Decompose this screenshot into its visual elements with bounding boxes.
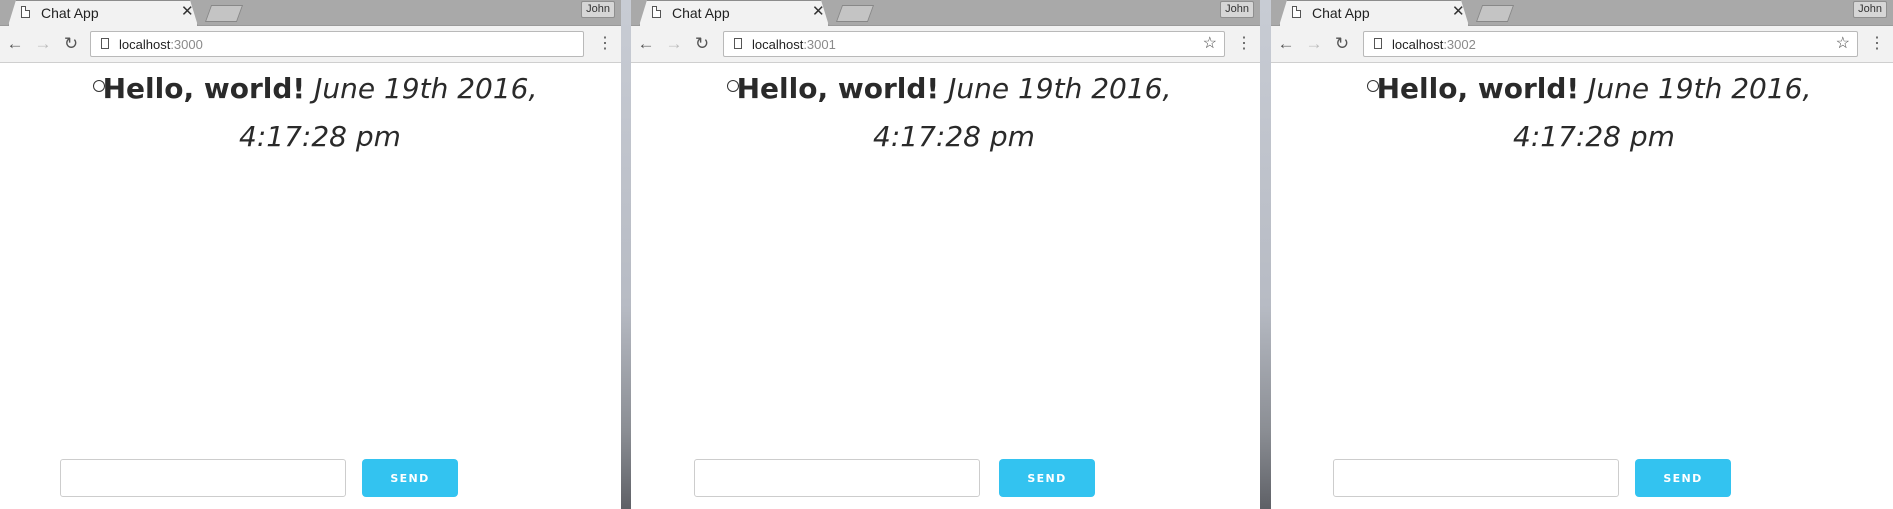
browser-toolbar: ← → ↻ localhost:3001 ☆ ⋮ bbox=[631, 26, 1260, 63]
close-icon[interactable]: ✕ bbox=[181, 3, 194, 21]
reload-icon[interactable]: ↻ bbox=[1332, 34, 1352, 54]
message-input[interactable] bbox=[694, 459, 980, 497]
star-icon[interactable]: ☆ bbox=[1203, 34, 1217, 54]
reload-icon[interactable]: ↻ bbox=[692, 34, 712, 54]
url-text: localhost:3002 bbox=[1392, 37, 1476, 52]
profile-badge[interactable]: John bbox=[1220, 1, 1254, 18]
menu-dots-icon[interactable]: ⋮ bbox=[1236, 34, 1252, 54]
tab-chat-app[interactable] bbox=[1279, 0, 1469, 26]
forward-arrow-icon[interactable]: → bbox=[1304, 34, 1324, 54]
browser-window-3: Chat App ✕ John ← → ↻ localhost:3002 ☆ ⋮… bbox=[1271, 0, 1893, 509]
tab-title: Chat App bbox=[41, 5, 99, 21]
document-icon bbox=[21, 6, 30, 18]
back-arrow-icon[interactable]: ← bbox=[1276, 34, 1296, 54]
url-text: localhost:3000 bbox=[119, 37, 203, 52]
chat-message: Hello, world! June 19th 2016, 4:17:28 pm bbox=[85, 65, 555, 161]
page-icon bbox=[101, 38, 109, 49]
tab-chat-app[interactable] bbox=[8, 0, 198, 26]
new-tab-button[interactable] bbox=[835, 5, 875, 22]
tab-title: Chat App bbox=[672, 5, 730, 21]
chat-message: Hello, world! June 19th 2016, 4:17:28 pm bbox=[1359, 65, 1829, 161]
tab-strip: Chat App ✕ John bbox=[0, 0, 621, 26]
browser-window-2: Chat App ✕ John ← → ↻ localhost:3001 ☆ ⋮… bbox=[631, 0, 1260, 509]
back-arrow-icon[interactable]: ← bbox=[5, 34, 25, 54]
address-bar[interactable]: localhost:3000 bbox=[90, 31, 584, 57]
document-icon bbox=[652, 6, 661, 18]
browser-toolbar: ← → ↻ localhost:3000 ⋮ bbox=[0, 26, 621, 63]
new-tab-button[interactable] bbox=[1475, 5, 1515, 22]
page-icon bbox=[734, 38, 742, 49]
tab-strip: Chat App ✕ John bbox=[631, 0, 1260, 26]
page-content: Hello, world! June 19th 2016, 4:17:28 pm… bbox=[0, 63, 621, 509]
close-icon[interactable]: ✕ bbox=[812, 3, 825, 21]
forward-arrow-icon[interactable]: → bbox=[33, 34, 53, 54]
forward-arrow-icon[interactable]: → bbox=[664, 34, 684, 54]
message-text: Hello, world! bbox=[1376, 72, 1580, 105]
message-input[interactable] bbox=[1333, 459, 1619, 497]
back-arrow-icon[interactable]: ← bbox=[636, 34, 656, 54]
message-text: Hello, world! bbox=[102, 72, 306, 105]
star-icon[interactable]: ☆ bbox=[1836, 34, 1850, 54]
tab-chat-app[interactable] bbox=[639, 0, 829, 26]
message-input[interactable] bbox=[60, 459, 346, 497]
send-button[interactable]: SEND bbox=[1635, 459, 1731, 497]
tab-strip: Chat App ✕ John bbox=[1271, 0, 1893, 26]
close-icon[interactable]: ✕ bbox=[1452, 3, 1465, 21]
page-icon bbox=[1374, 38, 1382, 49]
page-content: Hello, world! June 19th 2016, 4:17:28 pm… bbox=[1271, 63, 1893, 509]
desktop-background bbox=[621, 0, 631, 509]
reload-icon[interactable]: ↻ bbox=[61, 34, 81, 54]
url-text: localhost:3001 bbox=[752, 37, 836, 52]
new-tab-button[interactable] bbox=[204, 5, 244, 22]
profile-badge[interactable]: John bbox=[581, 1, 615, 18]
address-bar[interactable]: localhost:3002 ☆ bbox=[1363, 31, 1858, 57]
address-bar[interactable]: localhost:3001 ☆ bbox=[723, 31, 1225, 57]
message-text: Hello, world! bbox=[736, 72, 940, 105]
document-icon bbox=[1292, 6, 1301, 18]
menu-dots-icon[interactable]: ⋮ bbox=[597, 34, 613, 54]
profile-badge[interactable]: John bbox=[1853, 1, 1887, 18]
browser-window-1: Chat App ✕ John ← → ↻ localhost:3000 ⋮ H… bbox=[0, 0, 621, 509]
send-button[interactable]: SEND bbox=[999, 459, 1095, 497]
menu-dots-icon[interactable]: ⋮ bbox=[1869, 34, 1885, 54]
desktop-background bbox=[1260, 0, 1271, 509]
browser-toolbar: ← → ↻ localhost:3002 ☆ ⋮ bbox=[1271, 26, 1893, 63]
send-button[interactable]: SEND bbox=[362, 459, 458, 497]
tab-title: Chat App bbox=[1312, 5, 1370, 21]
page-content: Hello, world! June 19th 2016, 4:17:28 pm… bbox=[631, 63, 1260, 509]
chat-message: Hello, world! June 19th 2016, 4:17:28 pm bbox=[719, 65, 1189, 161]
